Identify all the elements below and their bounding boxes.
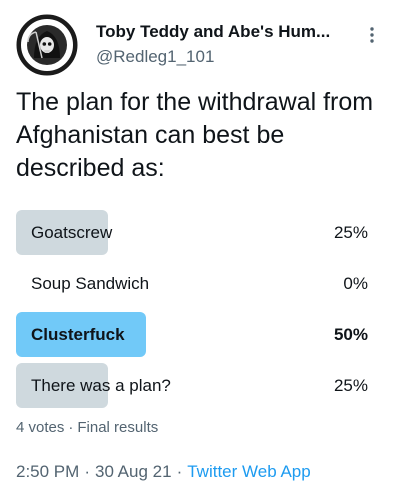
author-handle[interactable]: @Redleg1_101 <box>96 47 366 67</box>
more-dots-icon[interactable] <box>364 24 380 46</box>
tweet-time[interactable]: 2:50 PM <box>16 462 79 481</box>
separator-dot: · <box>84 462 90 481</box>
poll-option[interactable]: There was a plan? 25% <box>16 363 368 408</box>
tweet-text: The plan for the withdrawal from Afghani… <box>16 88 374 182</box>
poll-option-label: Soup Sandwich <box>31 274 150 293</box>
poll-option-percent: 0% <box>343 274 368 293</box>
separator-dot: · <box>68 419 74 436</box>
poll-option[interactable]: Clusterfuck 50% <box>16 312 368 357</box>
author-display-name[interactable]: Toby Teddy and Abe's Hum... <box>96 22 366 42</box>
poll-status: Final results <box>77 419 159 436</box>
separator-dot: · <box>176 462 183 481</box>
avatar[interactable] <box>16 14 78 76</box>
author-names: Toby Teddy and Abe's Hum... @Redleg1_101 <box>96 22 366 67</box>
poll-vote-count: 4 votes <box>16 419 65 436</box>
poll-option-percent: 50% <box>333 325 368 344</box>
poll-option-label: Goatscrew <box>31 223 113 242</box>
poll-option-label: Clusterfuck <box>31 325 125 344</box>
poll-option-percent: 25% <box>333 223 368 242</box>
tweet-source-link[interactable]: Twitter Web App <box>187 462 310 481</box>
poll-summary: 4 votes · Final results <box>16 418 158 438</box>
poll-option-percent: 25% <box>333 376 368 395</box>
poll: Goatscrew 25% Soup Sandwich 0% Clusterfu… <box>16 210 368 414</box>
tweet-date[interactable]: 30 Aug 21 <box>95 462 172 481</box>
poll-option[interactable]: Goatscrew 25% <box>16 210 368 255</box>
tweet-timestamp: 2:50 PM · 30 Aug 21 · Twitter Web App <box>16 461 311 483</box>
skull-logo-icon <box>16 14 78 76</box>
poll-option-label: There was a plan? <box>31 376 171 395</box>
tweet: Toby Teddy and Abe's Hum... @Redleg1_101… <box>0 0 400 500</box>
tweet-header: Toby Teddy and Abe's Hum... @Redleg1_101 <box>16 14 386 76</box>
poll-option[interactable]: Soup Sandwich 0% <box>16 261 368 306</box>
